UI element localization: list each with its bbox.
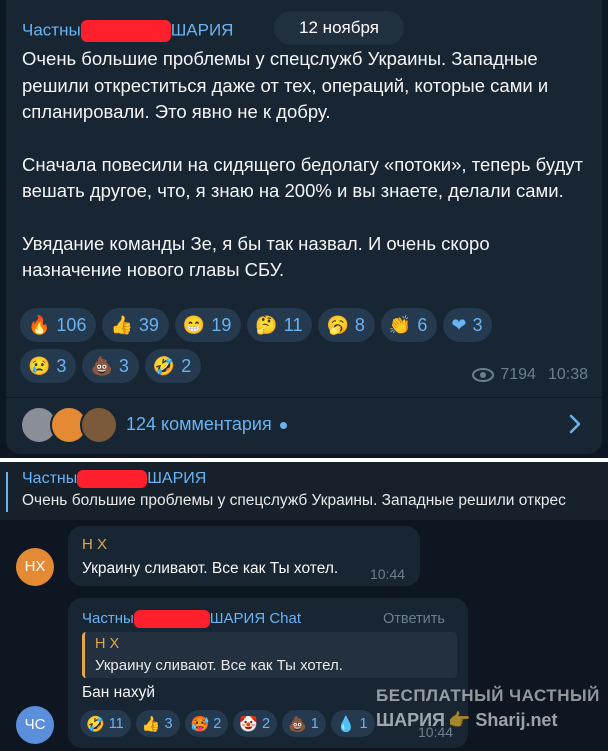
reaction-chip[interactable]: 👍 3 xyxy=(135,710,180,737)
reaction-count: 6 xyxy=(417,314,428,335)
quote-text: Украину сливают. Все как Ты хотел. xyxy=(95,657,343,674)
heart-emoji: ❤ xyxy=(451,315,467,335)
watermark-line1: БЕСПЛАТНЫЙ ЧАСТНЫЙ xyxy=(376,686,600,705)
clown-emoji: 🤡 xyxy=(239,715,258,733)
pinned-text: Очень большие проблемы у спецслужб Украи… xyxy=(22,492,566,509)
message-text: Бан нахуй xyxy=(82,684,155,701)
reaction-count: 39 xyxy=(138,314,159,335)
avatar[interactable]: ЧС xyxy=(16,706,54,744)
pinned-title-prefix: Частны xyxy=(22,470,78,488)
message-text: Украину сливают. Все как Ты хотел. xyxy=(82,560,339,577)
reaction-count: 19 xyxy=(211,314,232,335)
post-paragraph: Увядание команды Зе, я бы так назвал. И … xyxy=(22,232,490,281)
pointing-hand-icon: 👉 xyxy=(448,710,476,730)
water-emoji: 💧 xyxy=(336,715,356,733)
thumbs-up-emoji: 👍 xyxy=(141,715,161,733)
reaction-chip[interactable]: 💩 1 xyxy=(282,710,326,737)
reaction-chip[interactable]: 👏 6 xyxy=(380,308,438,342)
post-paragraph: Очень большие проблемы у спецслужб Украи… xyxy=(22,48,549,122)
post-author[interactable]: Частны ШАРИЯ xyxy=(22,20,233,42)
comments-button[interactable]: 124 комментария xyxy=(6,398,602,454)
redaction-mark xyxy=(77,470,148,488)
unread-dot-icon xyxy=(279,421,287,429)
reaction-chip[interactable]: 💧 1 xyxy=(330,710,375,737)
reaction-count: 3 xyxy=(56,355,67,376)
reaction-chip[interactable]: 🤡 2 xyxy=(233,710,278,737)
reaction-chip[interactable]: 🔥 106 xyxy=(20,308,97,342)
reaction-count: 3 xyxy=(118,355,129,376)
reaction-chip[interactable]: 😢 3 xyxy=(20,349,77,383)
message-author-prefix: Частны xyxy=(82,610,134,627)
reaction-count: 3 xyxy=(472,314,483,335)
rofl-emoji: 🤣 xyxy=(86,715,105,733)
avatar[interactable]: НХ xyxy=(16,548,54,586)
reaction-chip[interactable]: 🤣 11 xyxy=(80,710,131,737)
reaction-count: 106 xyxy=(56,314,87,335)
hot-face-emoji: 🥵 xyxy=(190,715,210,733)
pinned-title: Частны ШАРИЯ xyxy=(22,470,206,488)
poop-emoji: 💩 xyxy=(90,356,113,376)
channel-post: Частны ШАРИЯ 12 ноября Очень большие проб… xyxy=(6,0,602,454)
date-pill: 12 ноября xyxy=(274,11,404,45)
message-reactions: 🤣 11 👍 3 🥵 2 🤡 2 💩 1 💧 1 xyxy=(80,710,375,737)
post-text: Очень большие проблемы у спецслужб Украи… xyxy=(22,46,592,310)
watermark-line2a: ШАРИЯ xyxy=(376,710,445,730)
reaction-count: 11 xyxy=(108,715,124,732)
quote-bar xyxy=(6,472,8,512)
reaction-chip[interactable]: 🤔 11 xyxy=(247,308,313,342)
reaction-count: 1 xyxy=(359,715,368,732)
post-meta: 7194 10:38 xyxy=(472,366,588,384)
reply-button[interactable]: Ответить xyxy=(383,611,445,627)
reaction-chip[interactable]: 🤣 2 xyxy=(144,349,202,383)
eye-icon xyxy=(472,368,495,382)
reaction-count: 11 xyxy=(283,314,303,335)
redaction-mark xyxy=(80,20,171,42)
yawn-emoji: 🥱 xyxy=(326,315,349,335)
reaction-chip[interactable]: 👍 39 xyxy=(102,308,169,342)
reaction-count: 2 xyxy=(261,715,271,732)
clap-emoji: 👏 xyxy=(388,315,412,335)
reply-quote[interactable]: Н Х Украину сливают. Все как Ты хотел. xyxy=(82,632,457,678)
message-time: 10:44 xyxy=(370,566,406,582)
reaction-count: 2 xyxy=(181,355,192,376)
reaction-count: 2 xyxy=(213,715,222,732)
reaction-chip[interactable]: 💩 3 xyxy=(82,349,139,383)
message-author[interactable]: Н Х xyxy=(82,536,107,553)
quote-author: Н Х xyxy=(95,636,120,652)
reaction-chip[interactable]: 🥵 2 xyxy=(184,710,229,737)
reaction-count: 3 xyxy=(164,715,173,732)
redaction-mark xyxy=(133,610,210,629)
rofl-emoji: 🤣 xyxy=(152,356,176,376)
avatar xyxy=(80,406,118,444)
post-paragraph: Сначала повесили на сидящего бедолагу «п… xyxy=(22,153,583,202)
chevron-right-icon xyxy=(568,413,582,442)
poop-emoji: 💩 xyxy=(288,715,307,733)
reaction-chip[interactable]: 😁 19 xyxy=(174,308,242,342)
reaction-chip[interactable]: ❤ 3 xyxy=(443,308,493,342)
post-time: 10:38 xyxy=(547,366,588,383)
reaction-count: 1 xyxy=(310,715,319,732)
pinned-post[interactable]: Частны ШАРИЯ Очень большие проблемы у спе… xyxy=(0,462,608,520)
watermark-line2b: 👉 Sharij.net xyxy=(448,710,557,731)
crying-emoji: 😢 xyxy=(28,356,51,376)
grin-emoji: 😁 xyxy=(182,315,206,335)
message-author-suffix: ШАРИЯ Chat xyxy=(209,610,302,627)
comments-label: 124 комментария xyxy=(126,414,287,435)
view-count: 7194 xyxy=(500,366,536,383)
thinking-emoji: 🤔 xyxy=(255,315,278,335)
message-bubble: Н Х Украину сливают. Все как Ты хотел. 1… xyxy=(68,526,420,586)
thumbs-up-emoji: 👍 xyxy=(110,315,133,335)
pinned-title-suffix: ШАРИЯ xyxy=(147,470,207,488)
reaction-chip[interactable]: 🥱 8 xyxy=(318,308,375,342)
post-author-suffix: ШАРИЯ xyxy=(170,20,234,40)
message-author[interactable]: Частны ШАРИЯ Chat xyxy=(82,610,302,629)
commenter-avatars xyxy=(20,406,120,446)
fire-emoji: 🔥 xyxy=(28,315,51,335)
post-author-prefix: Частны xyxy=(22,20,81,40)
comments-count: 124 комментария xyxy=(126,414,272,434)
watermark-site: Sharij.net xyxy=(475,710,558,730)
reaction-count: 8 xyxy=(354,314,365,335)
